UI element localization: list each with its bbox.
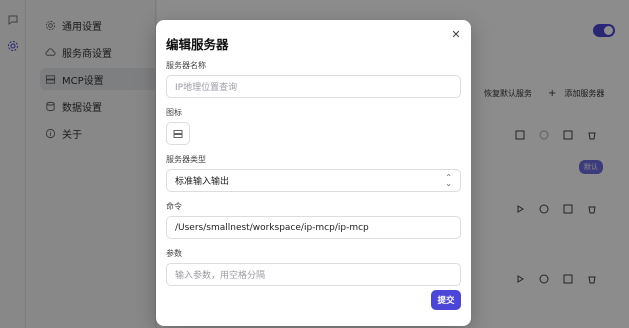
- args-label: 参数: [166, 249, 182, 258]
- server-icon: [173, 129, 183, 138]
- chevron-up-down-icon: ⌃ ⌄: [445, 173, 452, 188]
- server-type-value: 标准输入输出: [175, 177, 230, 187]
- server-type-label: 服务器类型: [166, 155, 206, 164]
- server-name-label: 服务器名称: [166, 61, 206, 70]
- close-icon: ✕: [451, 28, 461, 41]
- server-type-select[interactable]: 标准输入输出 ⌃ ⌄: [166, 169, 461, 192]
- submit-button[interactable]: 提交: [431, 290, 461, 310]
- icon-picker-button[interactable]: [166, 122, 190, 145]
- dialog-title: 编辑服务器: [166, 37, 229, 52]
- close-button[interactable]: ✕: [449, 28, 463, 42]
- command-label: 命令: [166, 202, 182, 211]
- command-input[interactable]: /Users/smallnest/workspace/ip-mcp/ip-mcp: [166, 216, 461, 239]
- icon-label: 图标: [166, 108, 182, 117]
- args-input[interactable]: 输入参数，用空格分隔: [166, 263, 461, 286]
- edit-server-dialog: 编辑服务器 ✕ 服务器名称 IP地理位置查询 图标 服务器类型 标准输入输出 ⌃…: [156, 20, 471, 326]
- server-name-input[interactable]: IP地理位置查询: [166, 75, 461, 98]
